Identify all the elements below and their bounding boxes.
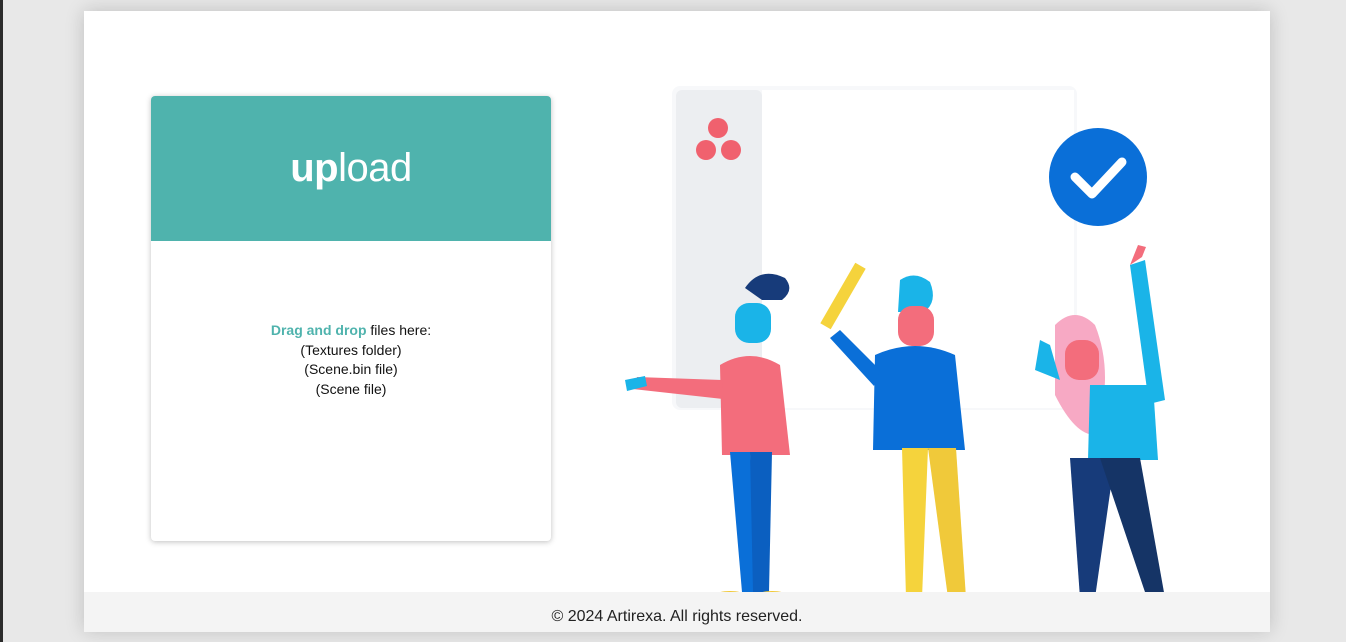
page-footer: © 2024 Artirexa. All rights reserved. [84,592,1270,632]
drop-instructions: Drag and drop files here: (Textures fold… [151,321,551,399]
files-here-label: files here: [366,322,432,338]
upload-title: upload [290,146,412,191]
textures-folder-line: (Textures folder) [300,341,402,358]
drag-and-drop-label: Drag and drop [270,322,367,338]
upload-title-bold: up [290,146,339,190]
copyright-text: © 2024 Artirexa. All rights reserved. [551,608,803,625]
browser-viewport: upload Drag and drop files here: (Textur… [0,0,1346,642]
upload-card: upload Drag and drop files here: (Textur… [151,96,551,541]
upload-title-light: load [338,146,412,190]
checkmark-badge-icon [1049,128,1147,226]
window-edge [0,0,3,642]
upload-header: upload [151,96,551,241]
team-illustration [625,86,1171,604]
scene-bin-line: (Scene.bin file) [304,361,398,377]
scene-file-line: (Scene file) [315,380,387,397]
file-drop-zone[interactable]: Drag and drop files here: (Textures fold… [151,241,551,541]
